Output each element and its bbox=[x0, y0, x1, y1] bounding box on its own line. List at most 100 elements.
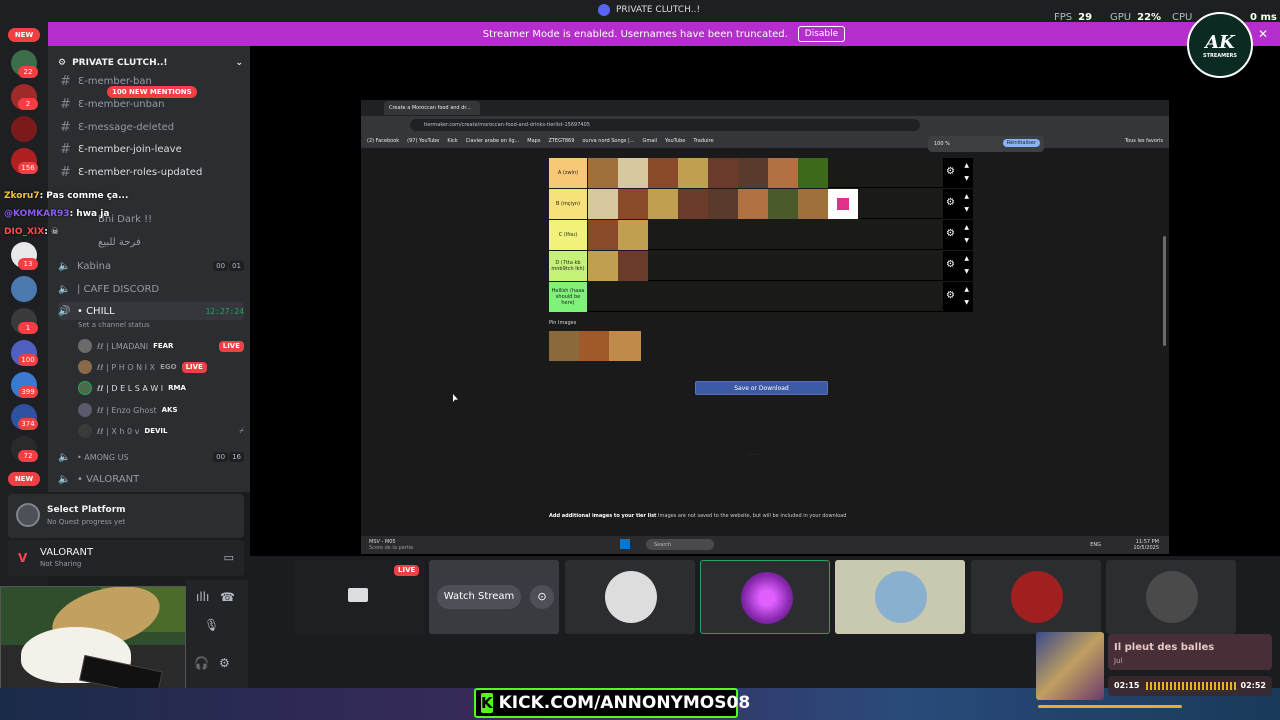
chevron-down-icon[interactable]: ▼ bbox=[964, 299, 969, 306]
participant-tile[interactable] bbox=[971, 560, 1101, 634]
screen-share-icon[interactable]: ▭ bbox=[224, 551, 234, 564]
bookmark[interactable]: (2) Facebook bbox=[367, 138, 399, 144]
tier-label[interactable]: C (lfou) bbox=[549, 220, 587, 250]
food-image[interactable] bbox=[648, 189, 678, 219]
bookmark[interactable]: Maps bbox=[527, 138, 540, 144]
disable-button[interactable]: Disable bbox=[797, 26, 846, 42]
chevron-down-icon[interactable]: ▼ bbox=[964, 206, 969, 213]
food-image[interactable] bbox=[618, 251, 648, 281]
drink-image[interactable] bbox=[828, 189, 858, 219]
tier-label[interactable]: D (7tta kb mnb9tch lkh) bbox=[549, 251, 587, 281]
food-image[interactable] bbox=[768, 189, 798, 219]
new-mentions-pill[interactable]: 100 NEW MENTIONS bbox=[107, 86, 197, 98]
mute-icon[interactable]: 🎙 bbox=[204, 618, 219, 632]
voice-user[interactable]: ℓℓ | P H O N I X EGO LIVE bbox=[78, 358, 244, 376]
all-bookmarks[interactable]: Tous les favoris bbox=[1125, 138, 1163, 144]
scrollbar[interactable] bbox=[1163, 236, 1166, 346]
voice-channel[interactable]: 🔈 Kabina 00 01 bbox=[58, 257, 244, 275]
server-icon[interactable] bbox=[11, 276, 37, 302]
voice-user[interactable]: ℓℓ | X h 0 v DEVIL ⌿ bbox=[78, 422, 244, 440]
voice-channel[interactable]: 🔈 | CAFE DISCORD bbox=[58, 280, 244, 298]
food-image[interactable] bbox=[618, 189, 648, 219]
bookmark[interactable]: YouTube bbox=[665, 138, 685, 144]
url-bar[interactable]: tiermaker.com/create/moroccan-food-and-d… bbox=[410, 119, 920, 131]
tier-label[interactable]: B (mçiyn) bbox=[549, 189, 587, 219]
bookmark[interactable]: Gmail bbox=[642, 138, 657, 144]
food-image[interactable] bbox=[738, 158, 768, 188]
channel-status[interactable]: Set a channel status bbox=[78, 321, 150, 329]
tier-label[interactable]: A (zwin) bbox=[549, 158, 587, 188]
browser-tab[interactable]: Create a Moroccan food and dr... bbox=[384, 101, 480, 115]
settings-gear-icon[interactable]: ⚙ bbox=[946, 166, 955, 177]
voice-channel[interactable]: 🔈 • AMONG US 00 16 bbox=[58, 448, 244, 466]
text-channel[interactable]: # Ɛ-member-unban bbox=[60, 97, 164, 112]
food-image[interactable] bbox=[708, 158, 738, 188]
chevron-up-icon[interactable]: ▲ bbox=[964, 286, 969, 293]
server-header[interactable]: ⚙ PRIVATE CLUTCH..! ⌄ bbox=[58, 54, 243, 72]
drink-image[interactable] bbox=[798, 158, 828, 188]
chevron-down-icon[interactable]: ▼ bbox=[964, 268, 969, 275]
start-icon[interactable] bbox=[620, 539, 630, 549]
zoom-reset-button[interactable]: Réinitialiser bbox=[1002, 139, 1040, 147]
voice-user[interactable]: ℓℓ | Enzo Ghost AKS bbox=[78, 401, 244, 419]
food-image[interactable] bbox=[648, 158, 678, 188]
food-image[interactable] bbox=[738, 189, 768, 219]
food-image[interactable] bbox=[798, 189, 828, 219]
voice-channel[interactable]: 🔈 • VALORANT bbox=[58, 470, 244, 488]
save-download-button[interactable]: Save or Download bbox=[695, 381, 828, 395]
settings-gear-icon[interactable]: ⚙ bbox=[946, 197, 955, 208]
settings-gear-icon[interactable]: ⚙ bbox=[946, 228, 955, 239]
tier-label[interactable]: Hellish (haaa should be here) bbox=[549, 282, 587, 312]
text-channel[interactable]: # Ɛ-member-roles-updated bbox=[60, 165, 202, 180]
food-image[interactable] bbox=[588, 189, 618, 219]
disconnect-icon[interactable]: ☎ bbox=[220, 590, 235, 604]
bookmark[interactable]: (97) YouTube bbox=[407, 138, 439, 144]
chevron-down-icon[interactable]: ▼ bbox=[964, 175, 969, 182]
bookmark[interactable]: Kick bbox=[447, 138, 457, 144]
participant-tile[interactable] bbox=[835, 560, 965, 634]
close-icon[interactable]: ✕ bbox=[1258, 27, 1268, 41]
taskbar-search[interactable]: Search bbox=[646, 539, 714, 550]
new-unreads-pill[interactable]: NEW bbox=[8, 472, 40, 486]
voice-user[interactable]: ℓℓ | D E L S A W I RMA bbox=[78, 379, 244, 397]
settings-gear-icon[interactable]: ⚙ bbox=[219, 656, 230, 670]
bookmark[interactable]: ourva nord Songs |... bbox=[582, 138, 634, 144]
quest-panel[interactable]: Select Platform No Quest progress yet bbox=[8, 494, 244, 538]
food-image[interactable] bbox=[579, 331, 609, 361]
food-image[interactable] bbox=[618, 158, 648, 188]
headphones-icon[interactable]: 🎧 bbox=[194, 656, 209, 670]
bookmark[interactable]: Clavier arabe en lig... bbox=[466, 138, 520, 144]
bookmark[interactable]: Traduire bbox=[693, 138, 713, 144]
chevron-up-icon[interactable]: ▲ bbox=[964, 193, 969, 200]
participant-tile[interactable] bbox=[1106, 560, 1236, 634]
food-image[interactable] bbox=[549, 331, 579, 361]
food-image[interactable] bbox=[678, 158, 708, 188]
participant-tile-speaking[interactable] bbox=[700, 560, 830, 634]
food-image[interactable] bbox=[678, 189, 708, 219]
food-image[interactable] bbox=[708, 189, 738, 219]
food-image[interactable] bbox=[768, 158, 798, 188]
voice-channel-active[interactable]: 🔊 • CHILL 12:27:24 bbox=[58, 302, 244, 320]
chevron-down-icon[interactable]: ▼ bbox=[964, 237, 969, 244]
food-image[interactable] bbox=[588, 220, 618, 250]
popout-icon[interactable]: ⊙ bbox=[530, 585, 554, 609]
chevron-up-icon[interactable]: ▲ bbox=[964, 162, 969, 169]
food-image[interactable] bbox=[609, 331, 641, 361]
bookmark[interactable]: ZTEGT869 bbox=[548, 138, 574, 144]
new-unreads-pill[interactable]: NEW bbox=[8, 28, 40, 42]
text-channel[interactable]: # Ɛ-message-deleted bbox=[60, 120, 174, 135]
chevron-up-icon[interactable]: ▲ bbox=[964, 224, 969, 231]
settings-gear-icon[interactable]: ⚙ bbox=[946, 290, 955, 301]
hidden-channel[interactable]: فرحة للبيع bbox=[98, 237, 141, 248]
food-image[interactable] bbox=[588, 158, 618, 188]
chevron-up-icon[interactable]: ▲ bbox=[964, 255, 969, 262]
food-image[interactable] bbox=[588, 251, 618, 281]
participant-tile[interactable] bbox=[565, 560, 695, 634]
activity-panel[interactable]: V VALORANT Not Sharing ▭ bbox=[8, 540, 244, 576]
food-image[interactable] bbox=[618, 220, 648, 250]
text-channel[interactable]: # Ɛ-member-join-leave bbox=[60, 142, 182, 157]
server-icon[interactable] bbox=[11, 116, 37, 142]
watch-stream-button[interactable]: Watch Stream bbox=[437, 585, 521, 609]
settings-gear-icon[interactable]: ⚙ bbox=[946, 259, 955, 270]
voice-user[interactable]: ℓℓ | LMADANI FEAR LIVE bbox=[78, 337, 244, 355]
